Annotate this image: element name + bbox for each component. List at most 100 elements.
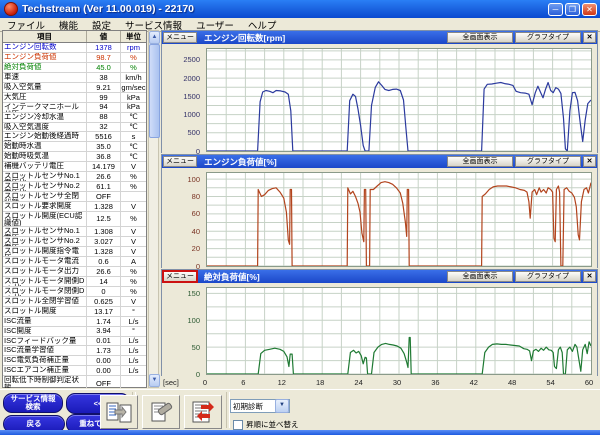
x-tick-label: 60 [580, 378, 598, 387]
sort-ascending-checkbox[interactable] [233, 420, 243, 430]
scroll-up-icon[interactable]: ▲ [149, 31, 160, 44]
table-cell-item: 始動時吸気温 [3, 152, 87, 161]
table-cell-val: 26.6 [87, 267, 121, 276]
chevron-down-icon[interactable]: ▼ [275, 399, 289, 413]
table-cell-item: スロットルセンサNo.1電圧 [3, 227, 87, 236]
chart-menu-button[interactable]: メニュー [163, 156, 197, 167]
techstream-window: Techstream (Ver 11.00.019) - 22170 ─ ❐ ✕… [0, 0, 600, 435]
data-list-button[interactable] [100, 395, 138, 429]
table-cell-unit: L/s [121, 366, 146, 375]
fullscreen-button[interactable]: 全画面表示 [447, 156, 513, 167]
table-row[interactable]: 吸入空気温度32℃ [3, 123, 146, 133]
table-row[interactable]: スロットルモータ出力26.6% [3, 267, 146, 277]
table-row[interactable]: 回転低下時制御判定状態OFF [3, 376, 146, 388]
maximize-button[interactable]: ❐ [565, 3, 580, 16]
table-row[interactable]: インテークマニホールド圧94kPa [3, 103, 146, 113]
table-row[interactable]: 絶対負荷値45.0% [3, 63, 146, 73]
scrollbar-thumb[interactable] [149, 44, 160, 138]
diagnosis-mode-select[interactable]: 初期診断 ▼ [230, 399, 290, 413]
table-cell-unit: % [121, 63, 146, 72]
table-row[interactable]: スロットルセンサNo.1電圧比26.6% [3, 172, 146, 182]
table-cell-val: 0.01 [87, 337, 121, 346]
table-cell-val: 12.5 [87, 212, 121, 226]
table-row[interactable]: ISC流量学習値1.73L/s [3, 346, 146, 356]
graphtype-button[interactable]: グラフタイプ [515, 271, 581, 282]
table-cell-val: 14 [87, 277, 121, 286]
close-button[interactable]: ✕ [582, 3, 597, 16]
table-row[interactable]: 吸入空気量9.21gm/sec [3, 83, 146, 93]
minimize-button[interactable]: ─ [548, 3, 563, 16]
table-row[interactable]: エンジン冷却水温88℃ [3, 113, 146, 123]
table-cell-val: 1.74 [87, 317, 121, 326]
table-row[interactable]: スロットルセンサ全閉状態OFF [3, 192, 146, 202]
table-row[interactable]: ISCエアコン補正量0.00L/s [3, 366, 146, 376]
table-cell-item: スロットルモータ閉側Duty比 [3, 287, 87, 296]
y-tick-label: 2000 [162, 74, 200, 83]
table-cell-val: 13.17 [87, 307, 121, 316]
table-row[interactable]: 始動時水温35.0℃ [3, 142, 146, 152]
chart-panel-rpm: メニュー エンジン回転数[rpm] 全画面表示 グラフタイプ ✕ 0500100… [161, 30, 598, 153]
chart-menu-button[interactable]: メニュー [163, 271, 197, 282]
table-row[interactable]: スロットルモータ閉側Duty比0% [3, 287, 146, 297]
sort-ascending-option[interactable]: 昇順に並べ替え [233, 419, 299, 430]
table-row[interactable]: ISC流量1.74L/s [3, 317, 146, 327]
fullscreen-button[interactable]: 全画面表示 [447, 271, 513, 282]
fullscreen-button[interactable]: 全画面表示 [447, 32, 513, 43]
table-row[interactable]: 補機バッテリ電圧14.179V [3, 162, 146, 172]
plot-box [206, 287, 592, 375]
table-cell-val: 0.00 [87, 366, 121, 375]
table-cell-unit: ℃ [121, 113, 146, 122]
table-row[interactable]: ISC電気負荷補正量0.00L/s [3, 356, 146, 366]
table-cell-val: OFF [87, 376, 121, 388]
table-row[interactable]: スロットルセンサNo.2電圧比61.1% [3, 182, 146, 192]
x-tick-label: 6 [234, 378, 252, 387]
chart-title: 絶対負荷値[%] [204, 271, 260, 283]
table-row[interactable]: エンジン回転数1378rpm [3, 43, 146, 53]
table-row[interactable]: スロットル開度指令電圧1.328V [3, 247, 146, 257]
table-cell-val: 1.328 [87, 247, 121, 256]
table-row[interactable]: スロットル要求開度1.328V [3, 202, 146, 212]
table-row[interactable]: エンジン始動後経過時間5516s [3, 132, 146, 142]
plot-box [206, 48, 592, 152]
table-row[interactable]: スロットル全閉学習値0.625V [3, 297, 146, 307]
table-row[interactable]: スロットルモータ電流0.6A [3, 257, 146, 267]
graphtype-button[interactable]: グラフタイプ [515, 156, 581, 167]
table-row[interactable]: スロットルセンサNo.2電圧3.027V [3, 237, 146, 247]
chart-menu-button[interactable]: メニュー [163, 32, 197, 43]
y-axis-labels: 050100150 [162, 287, 202, 373]
service-info-search-button[interactable]: サービス情報検索 [3, 393, 63, 413]
table-cell-val: 0.625 [87, 297, 121, 306]
table-cell-unit: V [121, 297, 146, 306]
table-scrollbar[interactable]: ▲ ▼ [148, 30, 159, 388]
chart-plot-area: 050100150 [162, 283, 597, 377]
chart-close-icon[interactable]: ✕ [583, 271, 596, 282]
scroll-down-icon[interactable]: ▼ [149, 374, 160, 387]
table-row[interactable]: 車速38km/h [3, 73, 146, 83]
table-row[interactable]: ISCフィードバック量0.01L/s [3, 337, 146, 347]
table-cell-unit: gm/sec [121, 83, 146, 92]
table-cell-unit: % [121, 172, 146, 181]
table-row[interactable]: スロットルセンサNo.1電圧1.308V [3, 227, 146, 237]
table-row[interactable]: ISC開度3.94° [3, 327, 146, 337]
table-row[interactable]: スロットル開度13.17° [3, 307, 146, 317]
chart-close-icon[interactable]: ✕ [583, 156, 596, 167]
taskbar-edge [0, 430, 600, 435]
table-cell-val: 5516 [87, 132, 121, 141]
header-unit: 単位 [121, 31, 146, 42]
chart-close-icon[interactable]: ✕ [583, 32, 596, 43]
x-tick-label: 36 [426, 378, 444, 387]
app-icon [4, 2, 18, 16]
line-graph-update-button[interactable] [184, 395, 222, 429]
table-row[interactable]: スロットルモータ開側Duty比14% [3, 277, 146, 287]
table-row[interactable]: エンジン負荷値98.7% [3, 53, 146, 63]
table-row[interactable]: 始動時吸気温36.8℃ [3, 152, 146, 162]
checkbox-label: 昇順に並べ替え [246, 419, 299, 430]
graphtype-button[interactable]: グラフタイプ [515, 32, 581, 43]
table-row[interactable]: 大気圧99kPa [3, 93, 146, 103]
table-row[interactable]: スロットル開度(ECU認識値)12.5% [3, 212, 146, 227]
table-cell-item: ISC開度 [3, 327, 87, 336]
record-snapshot-button[interactable] [142, 395, 180, 429]
table-cell-val: 99 [87, 93, 121, 102]
table-cell-val: 61.1 [87, 182, 121, 191]
x-tick-label: 42 [465, 378, 483, 387]
